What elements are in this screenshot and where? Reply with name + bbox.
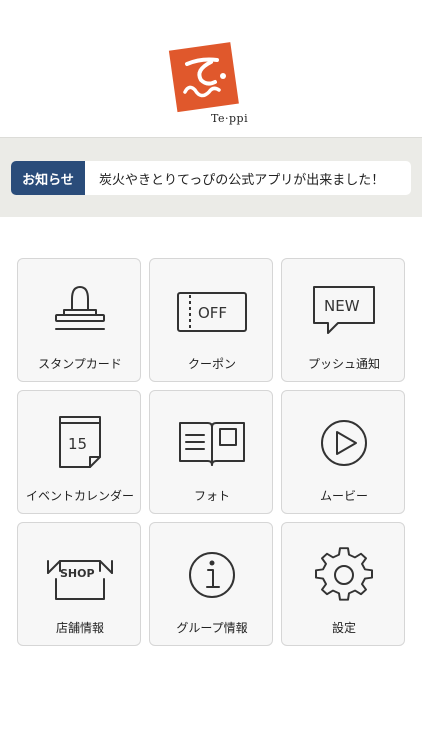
shop-text: SHOP — [60, 567, 95, 580]
teppi-logo-icon — [168, 42, 239, 113]
news-bar[interactable]: お知らせ 炭火やきとりてっぴの公式アプリが出来ました！ — [11, 161, 411, 195]
menu-event-calendar[interactable]: 15 イベントカレンダー — [17, 390, 141, 514]
news-section: お知らせ 炭火やきとりてっぴの公式アプリが出来ました！ — [0, 137, 422, 217]
menu-label: グループ情報 — [176, 621, 248, 635]
menu-shop-info[interactable]: SHOP 店舗情報 — [17, 522, 141, 646]
app-header: Te·ppi — [0, 0, 422, 137]
menu-label: 設定 — [331, 621, 356, 635]
menu-label: スタンプカード — [38, 357, 122, 371]
logo-wordmark: Te·ppi — [211, 112, 249, 125]
menu-stamp-card[interactable]: スタンプカード — [17, 258, 141, 382]
new-text: NEW — [324, 297, 360, 315]
menu-label: プッシュ通知 — [307, 357, 380, 371]
calendar-icon: 15 — [59, 416, 101, 468]
shop-icon: SHOP — [47, 560, 113, 600]
info-icon — [189, 552, 235, 598]
menu-label: 店舗情報 — [55, 621, 104, 635]
menu-movie[interactable]: ムービー — [281, 390, 405, 514]
news-text[interactable]: 炭火やきとりてっぴの公式アプリが出来ました！ — [99, 161, 384, 195]
photo-book-icon — [179, 422, 245, 466]
menu-coupon[interactable]: OFF クーポン — [149, 258, 273, 382]
menu-photo[interactable]: フォト — [149, 390, 273, 514]
menu-group-info[interactable]: グループ情報 — [149, 522, 273, 646]
stamp-icon — [55, 286, 105, 330]
new-bubble-icon: NEW — [313, 286, 375, 334]
coupon-icon: OFF — [177, 292, 247, 332]
menu-label: クーポン — [187, 357, 236, 371]
news-label: お知らせ — [11, 161, 85, 195]
gear-icon — [315, 547, 373, 601]
play-icon — [321, 420, 367, 466]
calendar-day-text: 15 — [68, 435, 87, 453]
menu-settings[interactable]: 設定 — [281, 522, 405, 646]
coupon-off-text: OFF — [198, 304, 227, 322]
menu-label: フォト — [193, 489, 230, 503]
menu-push-notification[interactable]: NEW プッシュ通知 — [281, 258, 405, 382]
menu-label: ムービー — [319, 489, 368, 503]
menu-label: イベントカレンダー — [25, 489, 134, 503]
